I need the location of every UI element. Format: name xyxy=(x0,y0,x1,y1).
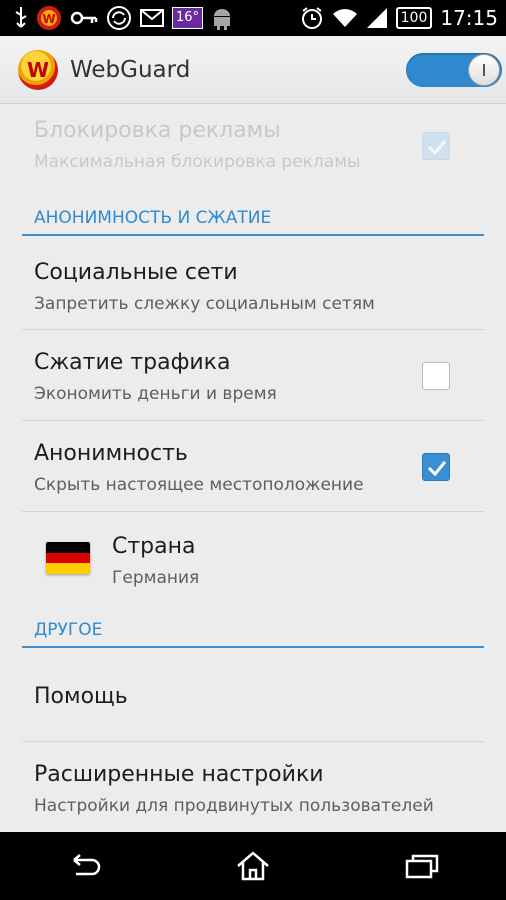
pref-country-summary: Германия xyxy=(112,568,200,588)
webguard-icon: W xyxy=(36,5,62,31)
mail-icon xyxy=(140,9,164,27)
recent-apps-button[interactable] xyxy=(392,841,452,891)
back-icon xyxy=(73,854,101,876)
pref-compression-summary: Экономить деньги и время xyxy=(34,384,277,404)
pref-help[interactable]: Помощь xyxy=(22,650,484,742)
logo-letter: W xyxy=(26,57,50,82)
pref-country-title: Страна xyxy=(112,534,196,559)
ad-block-checkbox[interactable] xyxy=(422,132,450,160)
recent-apps-icon xyxy=(405,854,438,879)
pref-advanced-settings[interactable]: Расширенные настройки Настройки для прод… xyxy=(22,742,484,832)
key-icon xyxy=(70,10,98,26)
android-icon xyxy=(211,6,233,30)
pref-social-summary: Запретить слежку социальным сетям xyxy=(34,294,375,314)
battery-icon: 100 xyxy=(395,7,433,29)
weather-badge: 16° xyxy=(172,7,204,29)
alarm-icon xyxy=(300,6,324,30)
pref-anonymity-summary: Скрыть настоящее местоположение xyxy=(34,475,364,495)
pref-traffic-compression[interactable]: Сжатие трафика Экономить деньги и время xyxy=(22,330,484,421)
anonymity-checkbox[interactable] xyxy=(422,453,450,481)
home-button[interactable] xyxy=(223,841,283,891)
pref-advanced-title: Расширенные настройки xyxy=(34,762,324,787)
pref-anonymity-title: Анонимность xyxy=(34,441,188,466)
navigation-bar xyxy=(0,832,506,900)
sync-icon xyxy=(106,5,132,31)
wifi-icon xyxy=(332,7,358,29)
app-logo-icon: W xyxy=(18,49,58,90)
action-bar: W WebGuard xyxy=(0,36,506,104)
svg-text:W: W xyxy=(42,12,55,26)
pref-anonymity[interactable]: Анонимность Скрыть настоящее местоположе… xyxy=(22,421,484,512)
status-bar: W 16° 100 17:15 xyxy=(0,0,506,36)
app-title: WebGuard xyxy=(70,56,191,83)
pref-ad-block[interactable]: Блокировка рекламы Максимальная блокиров… xyxy=(22,104,484,194)
usb-icon xyxy=(14,7,28,29)
pref-social-title: Социальные сети xyxy=(34,260,238,285)
signal-icon xyxy=(366,7,388,29)
home-icon xyxy=(237,851,269,881)
pref-advanced-summary: Настройки для продвинутых пользователей xyxy=(34,796,434,816)
master-toggle[interactable] xyxy=(406,52,502,87)
preferences-list: Блокировка рекламы Максимальная блокиров… xyxy=(0,104,506,832)
toggle-knob[interactable] xyxy=(468,53,500,86)
pref-social-networks[interactable]: Социальные сети Запретить слежку социаль… xyxy=(22,238,484,330)
compression-checkbox[interactable] xyxy=(422,362,450,390)
section-header-anonymity: АНОНИМНОСТЬ И СЖАТИЕ xyxy=(22,202,484,236)
clock: 17:15 xyxy=(440,6,498,30)
section-title-other: ДРУГОЕ xyxy=(34,620,103,640)
pref-country[interactable]: Страна Германия xyxy=(22,512,484,604)
pref-ad-block-title: Блокировка рекламы xyxy=(34,118,281,143)
section-header-other: ДРУГОЕ xyxy=(22,614,484,648)
pref-compression-title: Сжатие трафика xyxy=(34,350,231,375)
germany-flag-icon xyxy=(46,542,90,574)
back-button[interactable] xyxy=(54,841,114,891)
pref-ad-block-summary: Максимальная блокировка рекламы xyxy=(34,152,361,172)
pref-help-title: Помощь xyxy=(34,684,128,709)
section-title-anonymity: АНОНИМНОСТЬ И СЖАТИЕ xyxy=(34,208,272,228)
